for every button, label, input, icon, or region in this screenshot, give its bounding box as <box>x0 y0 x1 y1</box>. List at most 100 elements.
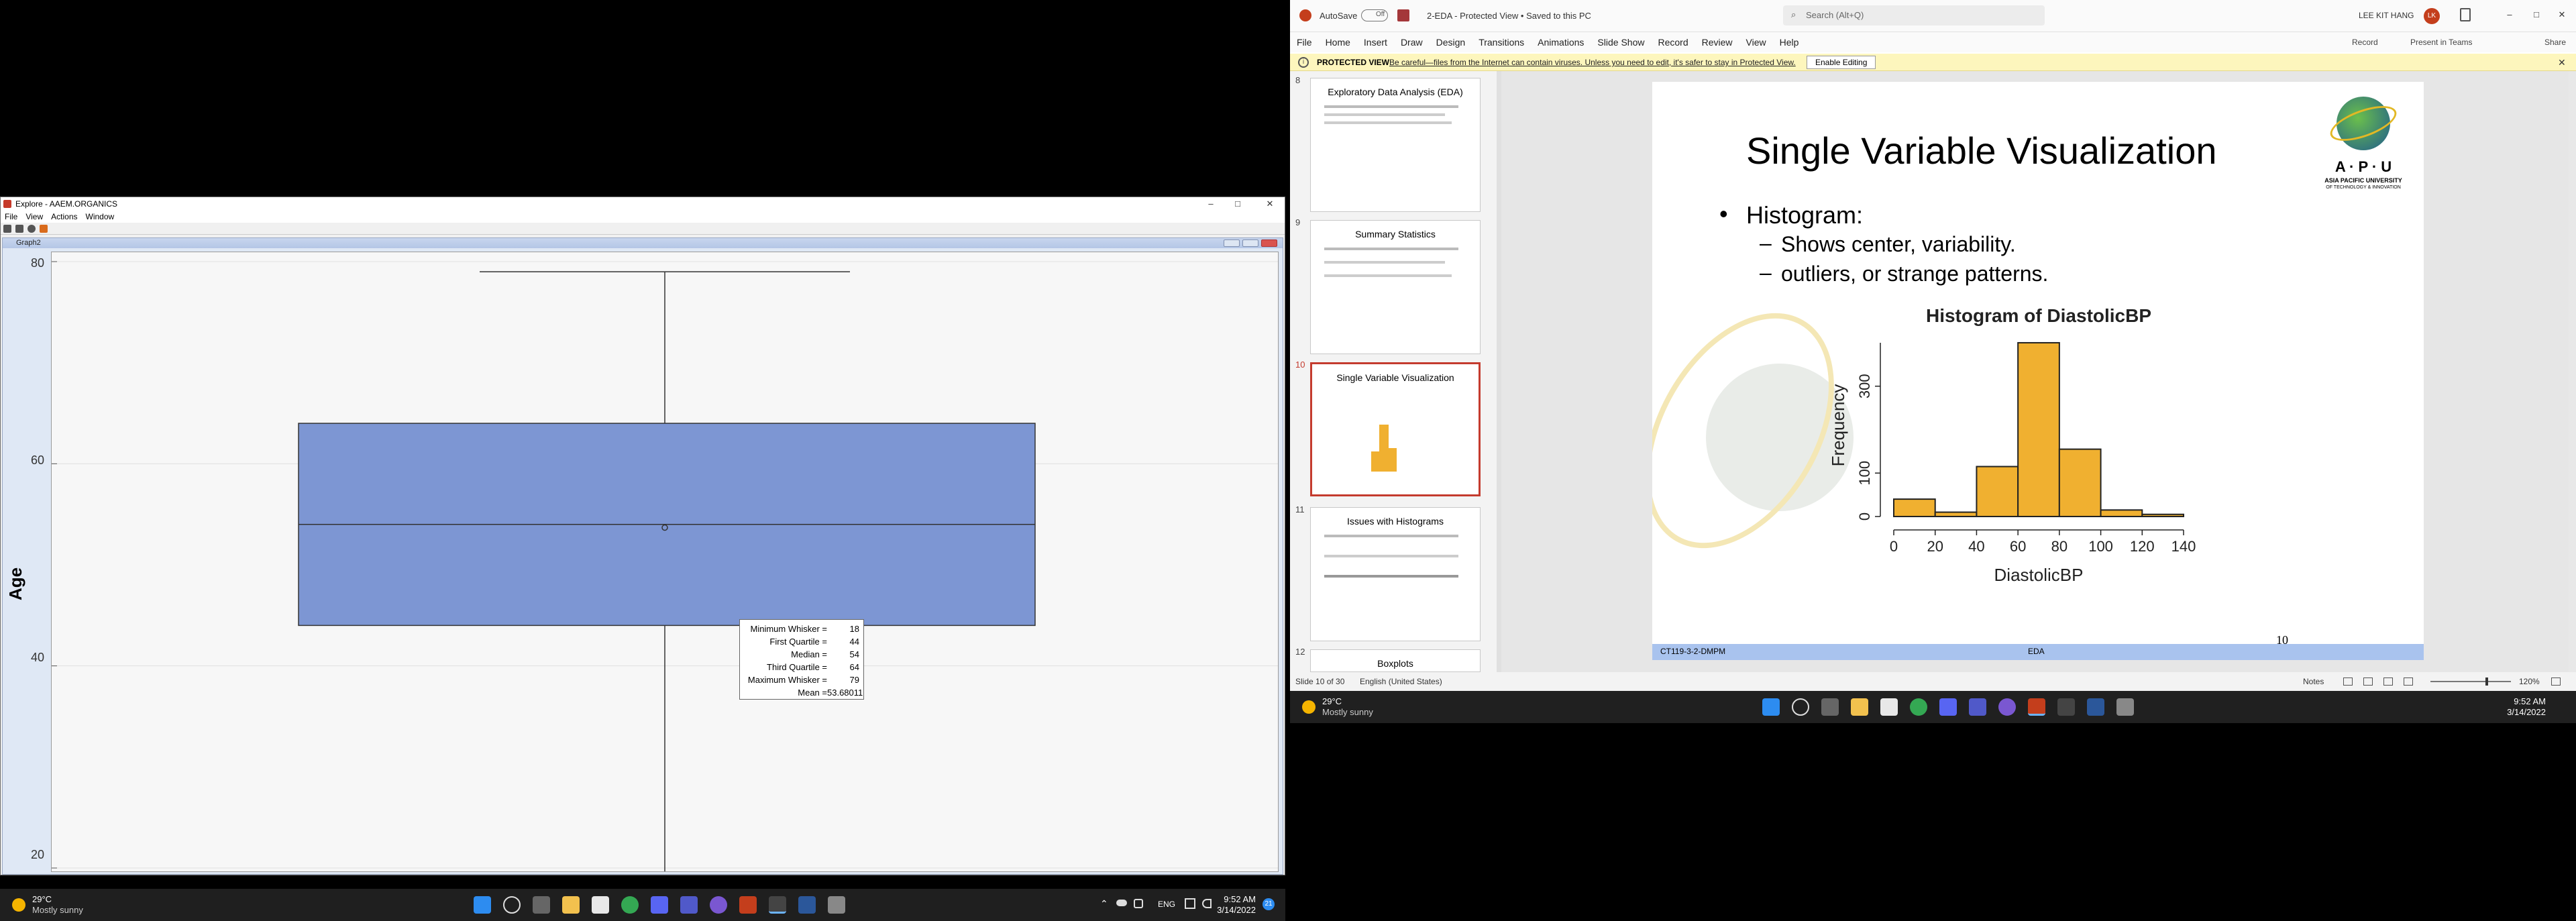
app-icon-generic[interactable] <box>2116 698 2134 716</box>
minimize-button[interactable]: – <box>1199 197 1223 211</box>
powerpoint-icon[interactable] <box>739 896 757 914</box>
search-box[interactable]: ⌕ Search (Alt+Q) <box>1783 5 2045 25</box>
settings-icon[interactable] <box>1998 698 2016 716</box>
slide-scrollbar[interactable] <box>2569 71 2576 672</box>
clock-date[interactable]: 3/14/2022 <box>1208 905 1256 915</box>
clock-date[interactable]: 3/14/2022 <box>2498 707 2546 717</box>
user-name[interactable]: LEE KIT HANG <box>2359 11 2414 20</box>
slide-thumbnail[interactable]: Exploratory Data Analysis (EDA) <box>1310 78 1481 212</box>
tab-home[interactable]: Home <box>1319 32 1357 52</box>
zoom-thumb[interactable] <box>2485 678 2488 686</box>
protected-message[interactable]: Be careful—files from the Internet can c… <box>1389 54 1796 71</box>
print-icon[interactable] <box>3 225 11 233</box>
slide-thumbnail-selected[interactable]: Single Variable Visualization <box>1310 362 1481 496</box>
display-icon[interactable] <box>1134 899 1143 908</box>
ppt-maximize-button[interactable]: □ <box>2524 8 2548 21</box>
discord-icon[interactable] <box>1939 698 1957 716</box>
reading-view-icon[interactable] <box>2383 678 2393 686</box>
task-view-icon[interactable] <box>1821 698 1839 716</box>
weather-desc[interactable]: Mostly sunny <box>1322 707 1373 717</box>
word-icon[interactable] <box>2087 698 2104 716</box>
chrome-icon[interactable] <box>621 896 639 914</box>
settings-icon[interactable] <box>710 896 727 914</box>
tab-draw[interactable]: Draw <box>1394 32 1430 52</box>
jmp-icon[interactable] <box>769 896 786 914</box>
tab-file[interactable]: File <box>1290 32 1319 52</box>
start-icon[interactable] <box>474 896 491 914</box>
user-avatar[interactable]: LK <box>2424 8 2440 24</box>
chrome-icon[interactable] <box>1910 698 1927 716</box>
powerpoint-icon[interactable] <box>2028 698 2045 716</box>
tab-review[interactable]: Review <box>1695 32 1739 52</box>
graph-icon[interactable] <box>40 225 48 233</box>
share-button[interactable]: Share <box>2538 32 2573 52</box>
start-icon[interactable] <box>1762 698 1780 716</box>
weather-desc[interactable]: Mostly sunny <box>32 905 83 915</box>
slideshow-icon[interactable] <box>2404 678 2413 686</box>
slide-thumbnail[interactable]: Summary Statistics <box>1310 220 1481 354</box>
network-icon[interactable] <box>1185 898 1195 909</box>
ppt-close-button[interactable]: ✕ <box>2550 8 2574 21</box>
close-icon[interactable]: ✕ <box>2558 54 2566 71</box>
refresh-icon[interactable] <box>28 225 36 233</box>
tab-design[interactable]: Design <box>1430 32 1472 52</box>
notes-button[interactable]: Notes <box>2303 672 2324 691</box>
graph-restore-button[interactable] <box>1242 239 1258 247</box>
graph-titlebar[interactable]: Graph2 <box>3 238 1283 248</box>
save-icon[interactable] <box>1397 9 1409 21</box>
graph-minimize-button[interactable] <box>1224 239 1240 247</box>
zoom-level[interactable]: 120% <box>2519 672 2540 691</box>
tab-animations[interactable]: Animations <box>1531 32 1591 52</box>
chevron-up-icon[interactable]: ⌃ <box>1100 898 1108 910</box>
menu-window[interactable]: Window <box>82 211 119 223</box>
store-icon[interactable] <box>592 896 609 914</box>
tab-slide-show[interactable]: Slide Show <box>1591 32 1651 52</box>
zoom-slider[interactable] <box>2430 681 2511 682</box>
discord-icon[interactable] <box>651 896 668 914</box>
ppt-minimize-button[interactable]: – <box>2498 8 2522 21</box>
task-view-icon[interactable] <box>533 896 550 914</box>
language-indicator[interactable]: ENG <box>1158 900 1175 909</box>
enable-editing-button[interactable]: Enable Editing <box>1807 56 1876 69</box>
slide-thumbnail[interactable]: Issues with Histograms <box>1310 507 1481 641</box>
close-button[interactable]: ✕ <box>1258 197 1282 211</box>
tab-transitions[interactable]: Transitions <box>1472 32 1531 52</box>
boxplot-chart[interactable] <box>52 252 1278 889</box>
graph-close-button[interactable] <box>1261 239 1277 247</box>
menu-actions[interactable]: Actions <box>47 211 81 223</box>
plot-area[interactable] <box>51 252 1279 889</box>
tab-insert[interactable]: Insert <box>1357 32 1394 52</box>
tab-view[interactable]: View <box>1739 32 1773 52</box>
slide-canvas[interactable]: Single Variable Visualization • Histogra… <box>1652 82 2424 660</box>
search-icon[interactable] <box>1792 698 1809 716</box>
fit-to-window-icon[interactable] <box>2551 678 2561 686</box>
file-explorer-icon[interactable] <box>562 896 580 914</box>
pen-icon[interactable] <box>2460 8 2471 21</box>
cloud-icon[interactable] <box>1116 900 1127 906</box>
save-icon[interactable] <box>15 225 23 233</box>
maximize-button[interactable]: □ <box>1226 197 1250 211</box>
menu-view[interactable]: View <box>21 211 47 223</box>
store-icon[interactable] <box>1880 698 1898 716</box>
clock-time[interactable]: 9:52 AM <box>2498 696 2546 706</box>
weather-temp[interactable]: 29°C <box>32 894 52 904</box>
slide-thumbnail[interactable]: Boxplots <box>1310 649 1481 672</box>
jmp-icon[interactable] <box>2057 698 2075 716</box>
weather-temp[interactable]: 29°C <box>1322 696 1342 706</box>
status-language[interactable]: English (United States) <box>1360 672 1442 691</box>
file-explorer-icon[interactable] <box>1851 698 1868 716</box>
word-icon[interactable] <box>798 896 816 914</box>
record-button[interactable]: Record <box>2345 32 2385 52</box>
teams-icon[interactable] <box>680 896 698 914</box>
tab-help[interactable]: Help <box>1773 32 1806 52</box>
teams-icon[interactable] <box>1969 698 1986 716</box>
notification-badge[interactable]: 21 <box>1263 898 1275 910</box>
present-teams-button[interactable]: Present in Teams <box>2404 32 2479 52</box>
search-icon[interactable] <box>503 896 521 914</box>
thumb-scrollbar[interactable] <box>1497 71 1501 672</box>
normal-view-icon[interactable] <box>2343 678 2353 686</box>
tab-record[interactable]: Record <box>1651 32 1695 52</box>
clock-time[interactable]: 9:52 AM <box>1208 894 1256 904</box>
explore-titlebar[interactable]: Explore - AAEM.ORGANICS – □ ✕ <box>1 197 1285 211</box>
app-icon-generic[interactable] <box>828 896 845 914</box>
